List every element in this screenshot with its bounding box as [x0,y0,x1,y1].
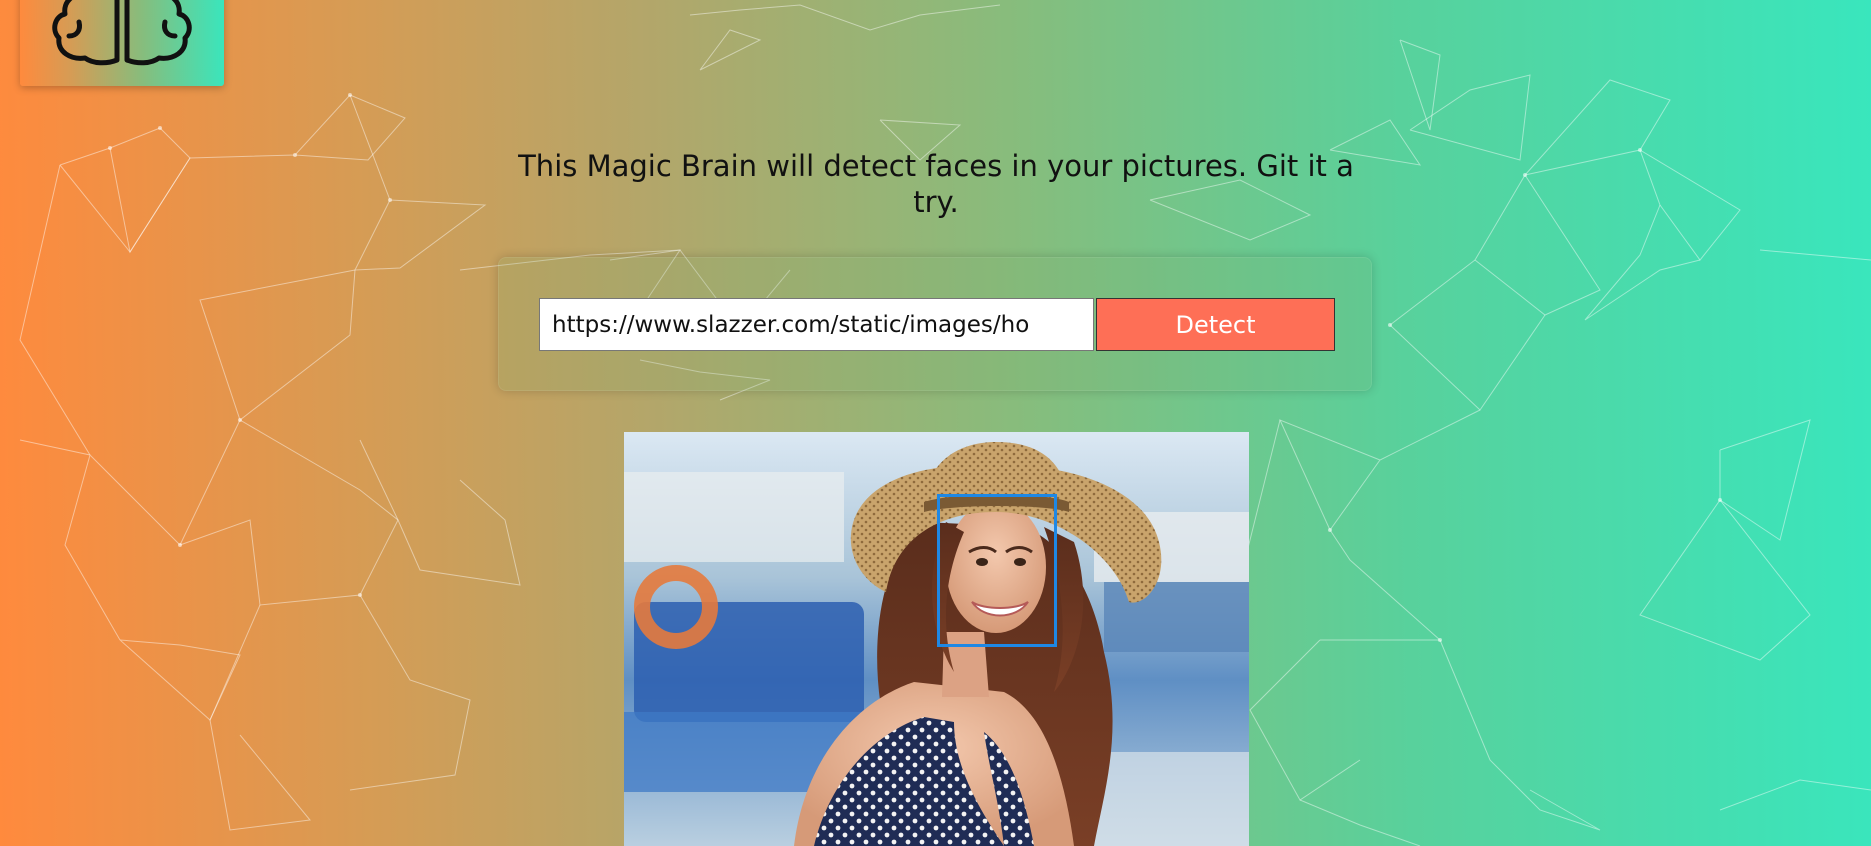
face-bounding-box [937,494,1057,647]
detect-button[interactable]: Detect [1096,298,1335,351]
page-headline: This Magic Brain will detect faces in yo… [518,149,1354,219]
logo-card [20,0,224,86]
image-url-input[interactable] [539,298,1094,351]
brain-icon [52,0,192,66]
result-image [624,432,1249,846]
